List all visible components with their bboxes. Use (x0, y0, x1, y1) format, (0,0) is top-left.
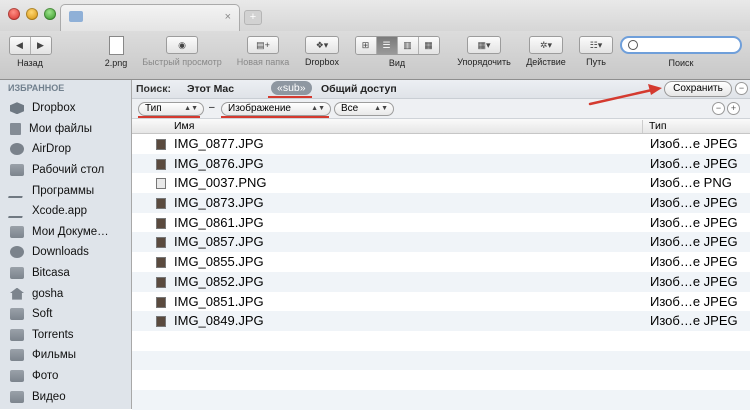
annotation-arrow (588, 84, 662, 106)
